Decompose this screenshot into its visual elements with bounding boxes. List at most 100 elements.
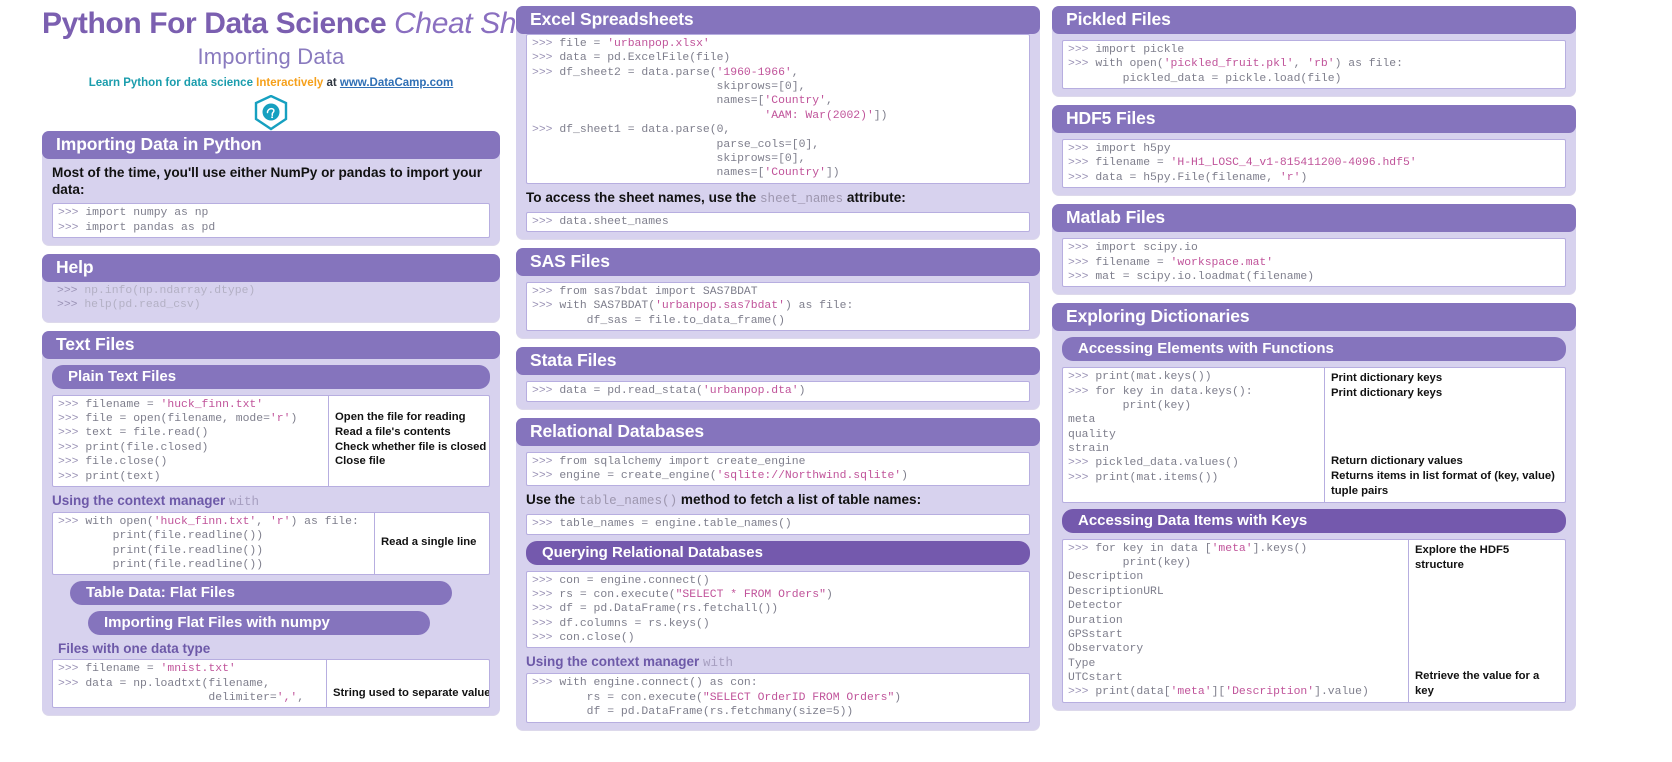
desc-line: String used to separate values [333, 687, 490, 700]
code-descriptions: Print dictionary keys Print dictionary k… [1324, 368, 1565, 502]
section-help: Help >>> np.info(np.ndarray.dtype) >>> h… [42, 254, 500, 322]
code-block-sas[interactable]: >>> from sas7bdat import SAS7BDAT >>> wi… [526, 282, 1030, 332]
importing-paragraph: Most of the time, you'll use either NumP… [52, 164, 490, 199]
code-block-excel[interactable]: >>> file = 'urbanpop.xlsx' >>> data = pd… [526, 34, 1030, 184]
section-pickled-files: Pickled Files >>> import pickle >>> with… [1052, 6, 1576, 97]
title-block: Python For Data Science Cheat Sheet Impo… [42, 0, 557, 131]
code-text: >>> import h5py >>> filename = 'H-H1_LOS… [1068, 143, 1417, 184]
code-block-query[interactable]: >>> con = engine.connect() >>> rs = con.… [526, 570, 1030, 649]
label-text: Using the context manager [52, 492, 230, 508]
code-text: >>> from sas7bdat import SAS7BDAT >>> wi… [532, 286, 854, 327]
code-block-dict-functions[interactable]: >>> print(mat.keys()) >>> for key in dat… [1062, 367, 1566, 503]
cheat-sheet: Python For Data Science Cheat Sheet Impo… [0, 0, 1672, 762]
code-block-pickle[interactable]: >>> import pickle >>> with open('pickled… [1062, 40, 1566, 90]
desc-line: Read a file's contents [335, 425, 451, 438]
tagline: Learn Python for data science Interactiv… [42, 77, 500, 89]
code-text: >>> for key in data ['meta'].keys() prin… [1068, 542, 1369, 699]
code-block-sheet-names[interactable]: >>> data.sheet_names [526, 211, 1030, 233]
code-descriptions: Explore the HDF5 structure Retrieve the … [1408, 539, 1565, 702]
section-heading: HDF5 Files [1052, 105, 1576, 134]
code-block-context-manager[interactable]: >>> with open('huck_finn.txt', 'r') as f… [52, 511, 490, 576]
code-block-table-names[interactable]: >>> table_names = engine.table_names() [526, 514, 1030, 535]
section-stata-files: Stata Files >>> data = pd.read_stata('ur… [516, 347, 1040, 409]
subsection-table-data-flat-files: Table Data: Flat Files [70, 581, 452, 606]
note-part-0: Use the [526, 492, 579, 508]
section-hdf5-files: HDF5 Files >>> import h5py >>> filename … [1052, 105, 1576, 196]
code-text: >>> file = 'urbanpop.xlsx' >>> data = pd… [532, 38, 888, 180]
section-heading: Importing Data in Python [42, 130, 500, 159]
section-heading: Excel Spreadsheets [516, 6, 1040, 34]
code-text: >>> with engine.connect() as con: rs = c… [532, 677, 902, 719]
code-block-hdf5[interactable]: >>> import h5py >>> filename = 'H-H1_LOS… [1062, 139, 1566, 189]
desc-spacer [1331, 401, 1561, 454]
datacamp-link[interactable]: www.DataCamp.com [340, 77, 453, 89]
tagline-at: at [323, 76, 340, 89]
code-block-matlab[interactable]: >>> import scipy.io >>> filename = 'work… [1062, 238, 1566, 288]
section-excel-spreadsheets: Excel Spreadsheets >>> file = 'urbanpop.… [516, 6, 1040, 240]
code-text: >>> filename = 'huck_finn.txt' >>> file … [58, 398, 298, 483]
page-subtitle: Importing Data [197, 43, 345, 69]
section-heading: Pickled Files [1052, 6, 1576, 34]
subsection-accessing-data-items-with-keys: Accessing Data Items with Keys [1062, 508, 1566, 533]
desc-line: Returns items in list format of (key, va… [1331, 469, 1555, 497]
desc-line: Print dictionary keys [1331, 372, 1443, 385]
code-text: >>> from sqlalchemy import create_engine… [532, 455, 908, 482]
label-text: Using the context manager [526, 654, 704, 670]
left-column: Python For Data Science Cheat Sheet Impo… [0, 0, 557, 762]
note-part-0: To access the sheet names, use the [526, 189, 760, 205]
code-text: >>> import scipy.io >>> filename = 'work… [1068, 242, 1315, 283]
para-part-0: Most of the time, you'll use either [52, 164, 271, 180]
para-part-pandas: pandas [338, 164, 387, 180]
section-relational-databases: Relational Databases >>> from sqlalchemy… [516, 417, 1040, 730]
note-part-2: attribute: [843, 189, 906, 205]
label-code: with [229, 494, 260, 509]
subsection-accessing-elements-with-functions: Accessing Elements with Functions [1062, 337, 1566, 362]
excel-note: To access the sheet names, use the sheet… [526, 189, 1030, 207]
desc-line: Print dictionary keys [1331, 387, 1443, 400]
label-context-manager: Using the context manager with [526, 654, 1040, 670]
label-context-manager: Using the context manager with [52, 493, 500, 509]
code-text: >>> data = pd.read_stata('urbanpop.dta') [532, 385, 806, 398]
code-descriptions: Open the file for reading Read a file's … [328, 395, 489, 486]
code-text: >>> print(mat.keys()) >>> for key in dat… [1068, 371, 1253, 484]
code-block-plain-text[interactable]: >>> filename = 'huck_finn.txt' >>> file … [52, 394, 490, 487]
code-block-dict-keys[interactable]: >>> for key in data ['meta'].keys() prin… [1062, 538, 1566, 703]
section-heading: Exploring Dictionaries [1052, 303, 1576, 332]
datacamp-logo-icon [254, 94, 288, 131]
title-main-bold: Python For Data Science [42, 7, 395, 40]
code-block-stata[interactable]: >>> data = pd.read_stata('urbanpop.dta') [526, 381, 1030, 402]
label-files-with-one-data-type: Files with one data type [58, 641, 211, 657]
section-heading: Help [42, 254, 500, 282]
code-block-sqlalchemy[interactable]: >>> from sqlalchemy import create_engine… [526, 451, 1030, 487]
code-text: >>> np.info(np.ndarray.dtype) >>> help(p… [57, 285, 256, 312]
section-sas-files: SAS Files >>> from sas7bdat import SAS7B… [516, 248, 1040, 339]
code-text: >>> data.sheet_names [532, 215, 669, 228]
section-heading: Stata Files [516, 347, 1040, 376]
code-block-help[interactable]: >>> np.info(np.ndarray.dtype) >>> help(p… [52, 282, 490, 315]
code-block-numpy-loadtxt[interactable]: >>> filename = 'mnist.txt' >>> data = np… [52, 659, 490, 709]
section-matlab-files: Matlab Files >>> import scipy.io >>> fil… [1052, 204, 1576, 295]
tagline-highlight: Interactively [256, 76, 324, 89]
desc-line-top: Explore the HDF5 structure [1415, 543, 1510, 571]
tagline-pre: Learn Python for data science [88, 76, 257, 89]
section-text-files: Text Files Plain Text Files >>> filename… [42, 330, 500, 716]
code-text: >>> filename = 'mnist.txt' >>> data = np… [58, 663, 305, 705]
desc-line: Check whether file is closed [335, 440, 487, 453]
para-part-2: or [317, 164, 339, 180]
relational-note: Use the table_names() method to fetch a … [526, 491, 1030, 509]
subsection-querying-relational-databases: Querying Relational Databases [526, 540, 1030, 565]
page-title: Python For Data Science Cheat Sheet [42, 7, 557, 40]
subsection-importing-flat-files-numpy: Importing Flat Files with numpy [88, 611, 430, 636]
code-block-imports[interactable]: >>> import numpy as np >>> import pandas… [52, 203, 490, 238]
code-text: >>> import numpy as np >>> import pandas… [58, 207, 216, 234]
code-text: >>> table_names = engine.table_names() [532, 518, 792, 531]
section-exploring-dictionaries: Exploring Dictionaries Accessing Element… [1052, 303, 1576, 710]
code-text: >>> with open('huck_finn.txt', 'r') as f… [58, 515, 359, 571]
middle-column: Excel Spreadsheets >>> file = 'urbanpop.… [510, 0, 1046, 762]
code-descriptions: Read a single line [374, 512, 489, 575]
section-heading: SAS Files [516, 248, 1040, 277]
section-heading: Relational Databases [516, 417, 1040, 446]
code-descriptions: String used to separate values [326, 660, 490, 708]
right-column: Pickled Files >>> import pickle >>> with… [1046, 0, 1672, 762]
code-block-query-context[interactable]: >>> with engine.connect() as con: rs = c… [526, 673, 1030, 723]
